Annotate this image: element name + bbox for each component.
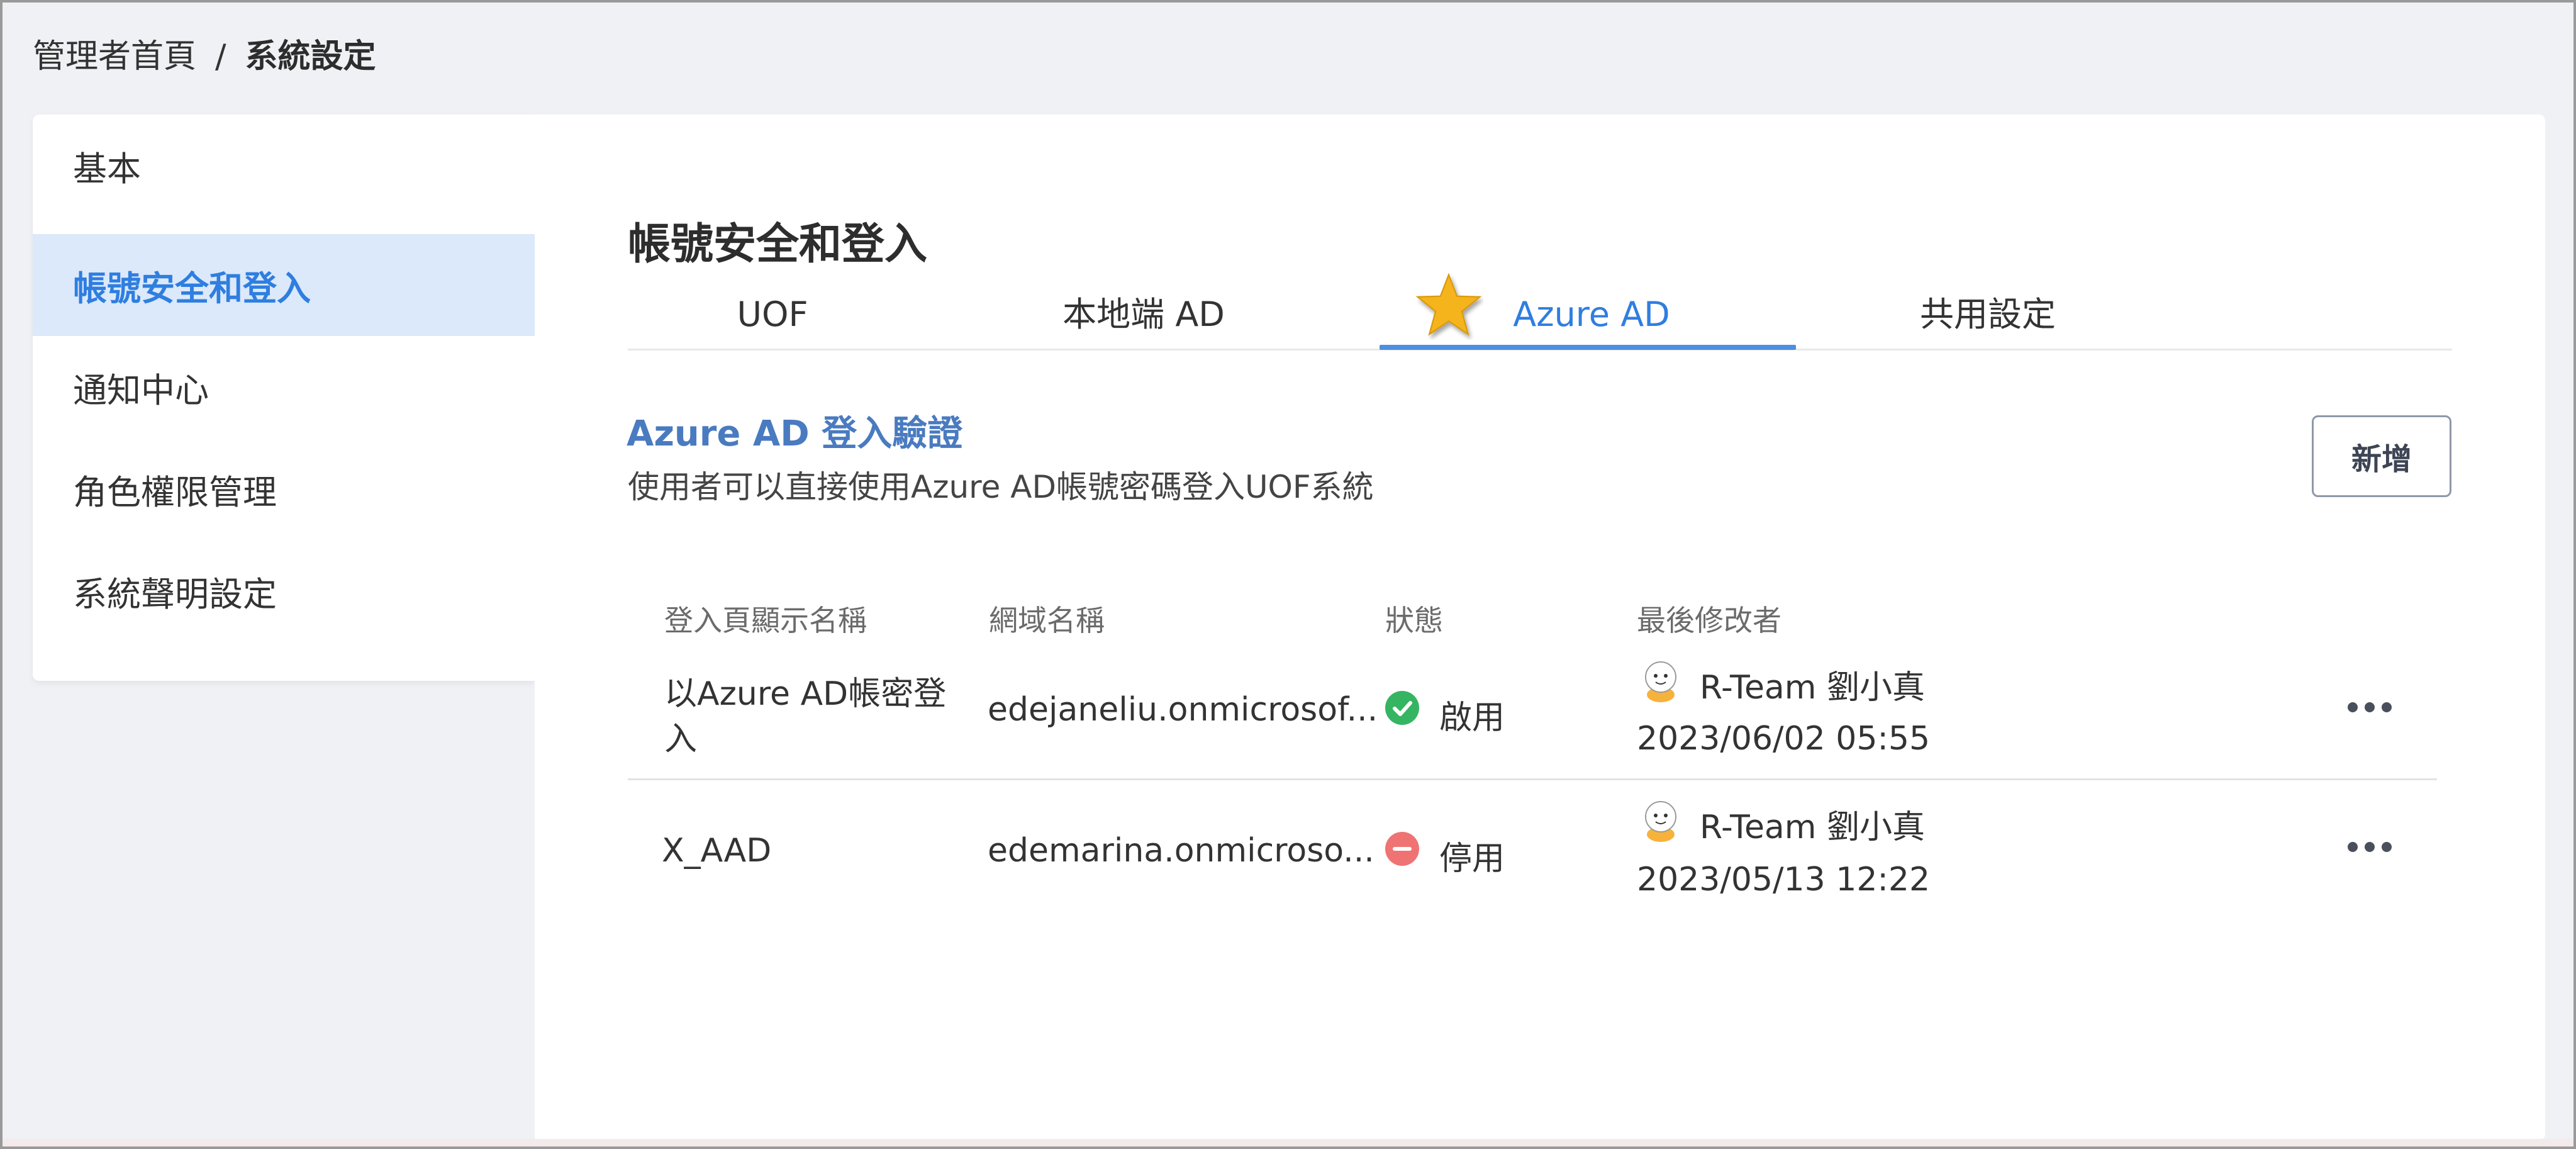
main-panel: 帳號安全和登入 UOF 本地端 AD Azure AD 共用設定 Azure A…: [535, 115, 2545, 1140]
row-display-name-wrap: 入: [664, 720, 698, 758]
sidebar-item-account-security[interactable]: 帳號安全和登入: [33, 234, 535, 336]
breadcrumb-separator: /: [215, 38, 226, 76]
sidebar-item-label: 通知中心: [73, 370, 209, 410]
breadcrumb-home-link[interactable]: 管理者首頁: [33, 31, 196, 82]
active-tab-indicator: [1380, 345, 1796, 350]
row-divider: [628, 778, 2437, 780]
sidebar-item-label: 角色權限管理: [73, 472, 277, 512]
avatar-icon: [1645, 661, 1676, 702]
row-display-name: 以Azure AD帳密登: [664, 675, 947, 713]
column-header-display-name: 登入頁顯示名稱: [664, 603, 867, 637]
avatar-icon: [1645, 801, 1676, 842]
settings-sidebar: 基本 帳號安全和登入 通知中心 角色權限管理 系統聲明設定: [33, 115, 535, 681]
sidebar-item-basic[interactable]: 基本: [33, 115, 535, 216]
minus-circle-icon: [1385, 832, 1419, 866]
row-status: 停用: [1439, 840, 1505, 878]
row-domain: edejaneliu.onmicrosof...: [988, 691, 1378, 729]
sidebar-item-label: 系統聲明設定: [73, 574, 277, 614]
section-heading: Azure AD 登入驗證: [627, 413, 963, 454]
tab-shared-settings[interactable]: 共用設定: [1881, 283, 2095, 346]
more-horizontal-icon[interactable]: [2341, 688, 2398, 726]
column-header-domain: 網域名稱: [989, 603, 1105, 637]
tab-uof[interactable]: UOF: [666, 283, 879, 346]
breadcrumb-current: 系統設定: [245, 38, 376, 76]
bottom-edge: [3, 1139, 2573, 1146]
tab-azure-ad[interactable]: Azure AD: [1472, 283, 1711, 346]
row-modifier-name: R-Team 劉小真: [1700, 669, 1925, 707]
row-modified-time: 2023/05/13 12:22: [1637, 861, 1931, 899]
page-title: 帳號安全和登入: [628, 220, 928, 269]
column-header-status: 狀態: [1385, 603, 1443, 637]
row-modifier-name: R-Team 劉小真: [1700, 809, 1925, 846]
more-horizontal-icon[interactable]: [2341, 828, 2398, 866]
check-circle-icon: [1385, 691, 1419, 725]
breadcrumb: 管理者首頁 / 系統設定: [33, 31, 376, 82]
section-description: 使用者可以直接使用Azure AD帳號密碼登入UOF系統: [628, 469, 1374, 505]
column-header-last-modified-by: 最後修改者: [1637, 603, 1781, 637]
row-modified-time: 2023/06/02 05:55: [1637, 720, 1931, 758]
sidebar-item-system-statement[interactable]: 系統聲明設定: [33, 540, 535, 642]
add-button[interactable]: 新增: [2312, 415, 2451, 497]
row-display-name: X_AAD: [662, 832, 772, 870]
sidebar-item-label: 基本: [73, 149, 141, 189]
sidebar-item-notification-center[interactable]: 通知中心: [33, 336, 535, 438]
row-domain: edemarina.onmicroso...: [988, 832, 1374, 870]
row-status: 啟用: [1439, 699, 1505, 737]
sidebar-item-role-permissions[interactable]: 角色權限管理: [33, 438, 535, 540]
sidebar-item-label: 帳號安全和登入: [73, 268, 311, 308]
tab-local-ad[interactable]: 本地端 AD: [1005, 283, 1282, 346]
